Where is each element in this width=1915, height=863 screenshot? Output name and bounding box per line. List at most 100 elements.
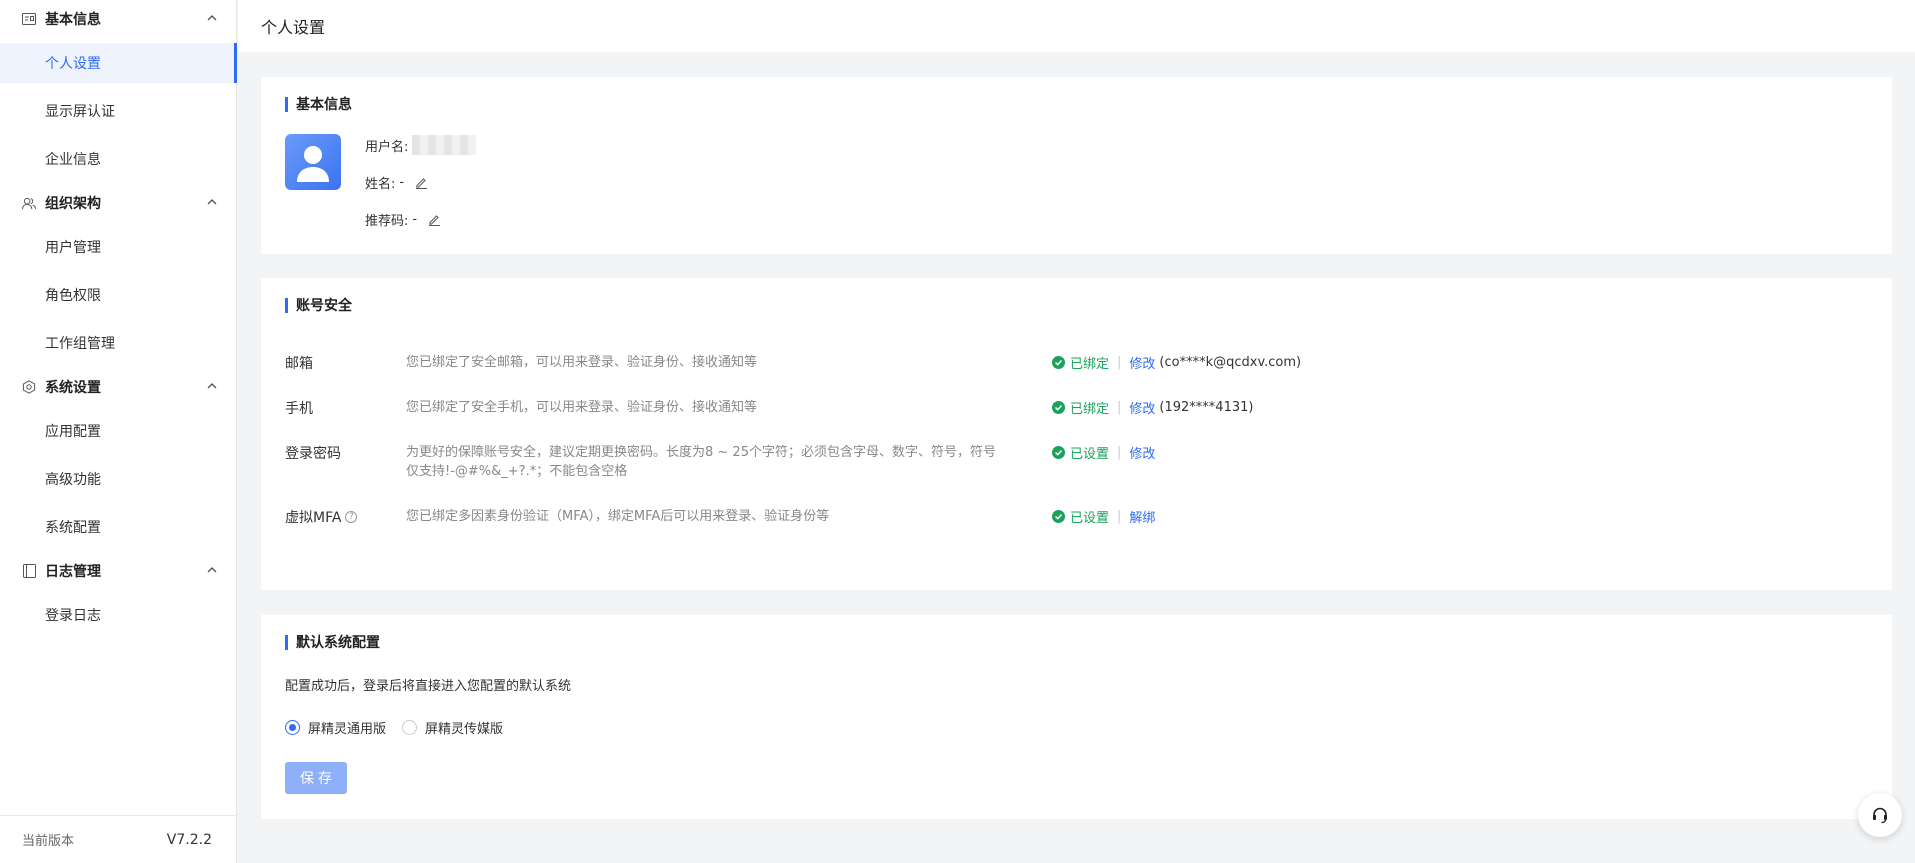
radio-media-edition[interactable]: 屏精灵传媒版 [402, 718, 503, 737]
sidebar-footer: 当前版本 V7.2.2 [0, 815, 237, 863]
sidebar-group-log-management[interactable]: 日志管理 [0, 555, 237, 587]
sidebar-item-label: 工作组管理 [45, 336, 115, 352]
name-row: 姓名: - [365, 173, 428, 192]
modify-email-link[interactable]: 修改 [1129, 353, 1155, 372]
sidebar-item-label: 高级功能 [45, 472, 101, 488]
sidebar-item-company-info[interactable]: 企业信息 [0, 139, 237, 179]
sidebar-group-organization[interactable]: 组织架构 [0, 187, 237, 219]
divider: | [1117, 445, 1122, 460]
avatar [285, 134, 341, 190]
sidebar: 基本信息 个人设置 显示屏认证 企业信息 组织架构 用户管理 角色权限 工作组管… [0, 0, 237, 863]
save-button[interactable]: 保存 [285, 762, 347, 794]
sidebar-group-title: 基本信息 [45, 12, 101, 28]
security-row-status: 已设置 | 修改 [1052, 443, 1155, 462]
book-icon [22, 564, 36, 578]
sidebar-item-user-management[interactable]: 用户管理 [0, 227, 237, 267]
edit-name-pencil-icon[interactable] [414, 176, 428, 190]
unbind-mfa-link[interactable]: 解绑 [1129, 507, 1155, 526]
sidebar-item-label: 登录日志 [45, 608, 101, 624]
account-security-card: 账号安全 邮箱 您已绑定了安全邮箱，可以用来登录、验证身份、接收通知等 已绑定 … [261, 278, 1892, 590]
name-label: 姓名: [365, 177, 396, 192]
sidebar-item-personal-settings[interactable]: 个人设置 [0, 43, 237, 83]
basic-info-title: 基本信息 [285, 94, 352, 114]
sidebar-item-label: 显示屏认证 [45, 104, 115, 120]
radio-dot [285, 720, 300, 735]
referral-value: - [412, 212, 418, 227]
version-value: V7.2.2 [166, 831, 212, 848]
security-row-name: 虚拟MFA ? [285, 507, 358, 527]
security-row-desc: 您已绑定多因素身份验证（MFA），绑定MFA后可以用来登录、验证身份等 [406, 509, 830, 524]
question-circle-icon[interactable]: ? [345, 511, 358, 523]
sidebar-group-title: 日志管理 [45, 564, 101, 580]
modify-phone-link[interactable]: 修改 [1129, 398, 1155, 417]
radio-label: 屏精灵传媒版 [425, 722, 504, 737]
mfa-label: 虚拟MFA [285, 510, 342, 526]
sidebar-group-basic-info[interactable]: 基本信息 [0, 3, 237, 35]
default-system-title: 默认系统配置 [285, 632, 380, 652]
status-text: 已绑定 [1070, 357, 1110, 372]
sidebar-group-title: 系统设置 [45, 380, 101, 396]
username-row: 用户名: [365, 135, 477, 155]
security-row-status: 已绑定 | 修改 (co****k@qcdxv.com) [1052, 353, 1301, 372]
referral-row: 推荐码: - [365, 210, 441, 229]
basic-info-card: 基本信息 用户名: 姓名: - 推荐码: - [261, 77, 1892, 254]
sidebar-item-app-config[interactable]: 应用配置 [0, 411, 237, 451]
sidebar-item-workgroup-management[interactable]: 工作组管理 [0, 323, 237, 363]
sidebar-item-label: 系统配置 [45, 520, 101, 536]
version-label: 当前版本 [22, 834, 75, 849]
sidebar-item-system-config[interactable]: 系统配置 [0, 507, 237, 547]
chevron-up-icon [206, 380, 218, 392]
sidebar-item-role-permissions[interactable]: 角色权限 [0, 275, 237, 315]
hexagon-settings-icon [22, 380, 36, 394]
chevron-up-icon [206, 12, 218, 24]
status-text: 已绑定 [1070, 402, 1110, 417]
sidebar-item-advanced-features[interactable]: 高级功能 [0, 459, 237, 499]
chevron-up-icon [206, 196, 218, 208]
sidebar-item-label: 企业信息 [45, 152, 101, 168]
sidebar-item-display-auth[interactable]: 显示屏认证 [0, 91, 237, 131]
divider: | [1117, 509, 1122, 524]
divider: | [1117, 355, 1122, 370]
page-header: 个人设置 [238, 0, 1915, 52]
phone-masked: (192****4131) [1159, 400, 1254, 415]
security-row-name: 手机 [285, 401, 313, 417]
modify-password-link[interactable]: 修改 [1129, 443, 1155, 462]
headset-icon [1873, 807, 1887, 824]
users-icon [22, 196, 36, 210]
username-label: 用户名: [365, 139, 409, 155]
default-system-card: 默认系统配置 配置成功后，登录后将直接进入您配置的默认系统 屏精灵通用版 屏精灵… [261, 615, 1892, 819]
default-system-desc: 配置成功后，登录后将直接进入您配置的默认系统 [285, 679, 572, 694]
divider: | [1117, 400, 1122, 415]
name-value: - [399, 175, 405, 190]
radio-general-edition[interactable]: 屏精灵通用版 [285, 718, 386, 737]
security-row-desc: 您已绑定了安全邮箱，可以用来登录、验证身份、接收通知等 [406, 355, 758, 370]
security-row-status: 已绑定 | 修改 (192****4131) [1052, 398, 1253, 417]
edit-referral-pencil-icon[interactable] [427, 213, 441, 227]
status-text: 已设置 [1070, 511, 1110, 526]
sidebar-item-label: 用户管理 [45, 240, 101, 256]
customer-support-button[interactable] [1858, 793, 1902, 837]
sidebar-item-login-log[interactable]: 登录日志 [0, 595, 237, 635]
sidebar-group-title: 组织架构 [45, 196, 101, 212]
id-card-icon [22, 12, 36, 26]
account-security-title: 账号安全 [285, 295, 352, 315]
referral-label: 推荐码: [365, 214, 409, 229]
sidebar-item-label: 角色权限 [45, 288, 101, 304]
security-row-status: 已设置 | 解绑 [1052, 507, 1155, 526]
system-radio-group: 屏精灵通用版 屏精灵传媒版 [285, 718, 519, 737]
radio-dot [402, 720, 418, 735]
sidebar-item-label: 应用配置 [45, 424, 101, 440]
security-row-desc: 为更好的保障账号安全，建议定期更换密码。长度为8 ~ 25个字符；必须包含字母、… [406, 445, 996, 479]
page-title: 个人设置 [261, 18, 326, 37]
check-circle-icon [1052, 510, 1065, 523]
username-value-redacted [412, 135, 477, 155]
chevron-up-icon [206, 564, 218, 576]
security-row-name: 登录密码 [285, 446, 341, 462]
check-circle-icon [1052, 446, 1065, 459]
sidebar-group-system-settings[interactable]: 系统设置 [0, 371, 237, 403]
email-masked: (co****k@qcdxv.com) [1159, 355, 1302, 370]
radio-label: 屏精灵通用版 [308, 722, 387, 737]
security-row-desc: 您已绑定了安全手机，可以用来登录、验证身份、接收通知等 [406, 400, 758, 415]
security-row-name: 邮箱 [285, 356, 313, 372]
check-circle-icon [1052, 401, 1065, 414]
